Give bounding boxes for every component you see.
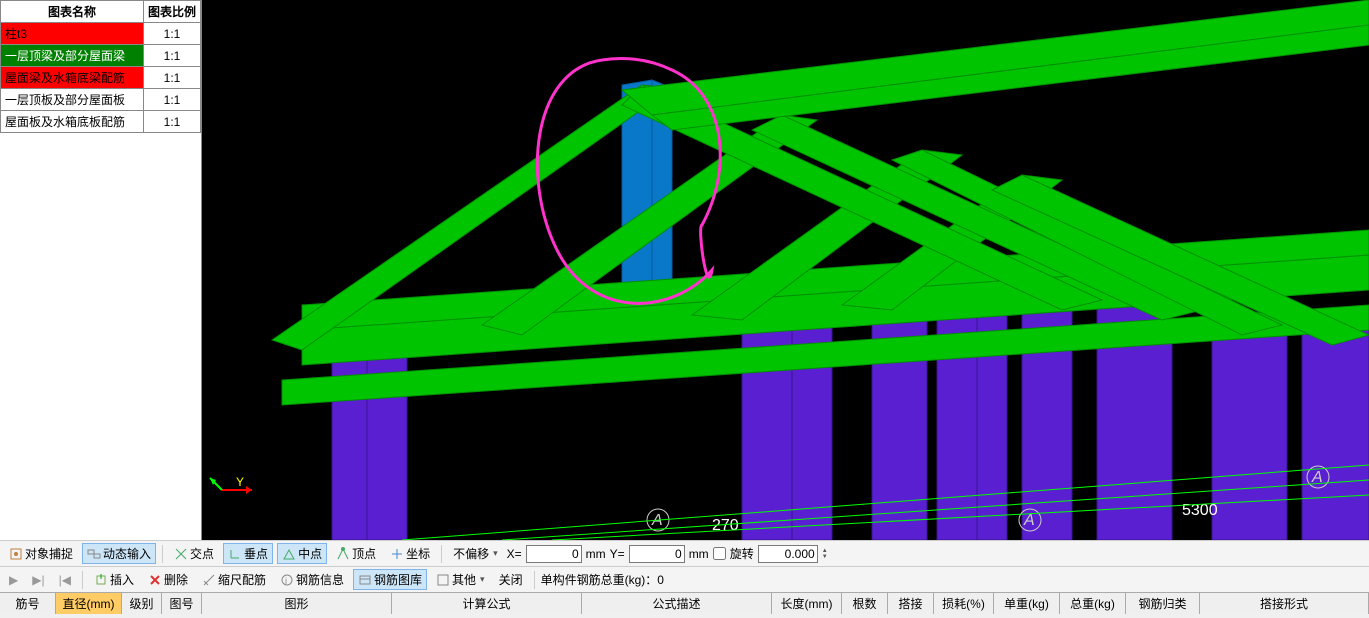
scale-rebar-button[interactable]: 缩尺配筋: [197, 569, 271, 590]
3d-viewport[interactable]: Y A A A 270 5300: [202, 0, 1369, 540]
ucs-icon: Y: [210, 475, 252, 494]
col-lap-form[interactable]: 搭接形式: [1200, 593, 1369, 614]
other-dropdown[interactable]: 其他: [431, 569, 490, 590]
col-class[interactable]: 钢筋归类: [1126, 593, 1200, 614]
other-icon: [436, 573, 450, 587]
rotate-stepper[interactable]: ▲▼: [822, 548, 828, 560]
rotate-input[interactable]: [758, 545, 818, 563]
table-row[interactable]: 柱t31:1: [1, 23, 201, 45]
table-row[interactable]: 屋面梁及水箱底梁配筋1:1: [1, 67, 201, 89]
mm-label-1: mm: [586, 547, 606, 561]
svg-text:i: i: [285, 576, 287, 586]
col-length[interactable]: 长度(mm): [772, 593, 842, 614]
col-grade[interactable]: 级别: [122, 593, 162, 614]
col-rebar-no[interactable]: 筋号: [0, 593, 56, 614]
y-label: Y=: [610, 547, 625, 561]
row-ratio: 1:1: [143, 111, 200, 133]
cross-icon: [174, 547, 188, 561]
row-name: 屋面梁及水箱底梁配筋: [1, 67, 144, 89]
table-row[interactable]: 一层顶梁及部分屋面梁1:1: [1, 45, 201, 67]
table-row[interactable]: 屋面板及水箱底板配筋1:1: [1, 111, 201, 133]
mid-icon: [282, 547, 296, 561]
total-weight-label: 单构件钢筋总重(kg)：0: [541, 571, 664, 588]
rotate-checkbox[interactable]: [713, 547, 726, 560]
nav-last-button[interactable]: |◀: [54, 571, 76, 589]
object-snap-button[interactable]: 对象捕捉: [4, 543, 78, 564]
row-ratio: 1:1: [143, 89, 200, 111]
intersection-snap-button[interactable]: 交点: [169, 543, 219, 564]
col-diameter[interactable]: 直径(mm): [56, 593, 122, 614]
col-loss[interactable]: 损耗(%): [934, 593, 994, 614]
snap-icon: [9, 547, 23, 561]
row-name: 柱t3: [1, 23, 144, 45]
svg-text:A: A: [1023, 512, 1035, 529]
delete-button[interactable]: 删除: [143, 569, 193, 590]
apex-icon: [336, 547, 350, 561]
rebar-columns: 筋号 直径(mm) 级别 图号 图形 计算公式 公式描述 长度(mm) 根数 搭…: [0, 592, 1369, 614]
delete-icon: [148, 573, 162, 587]
side-panel: 图表名称 图表比例 柱t31:1一层顶梁及部分屋面梁1:1屋面梁及水箱底梁配筋1…: [0, 0, 202, 540]
dyn-input-icon: [87, 547, 101, 561]
snap-toolbar: 对象捕捉 动态输入 交点 垂点 中点 顶点 坐标 不偏移 X= mm Y= mm…: [0, 540, 1369, 566]
col-count[interactable]: 根数: [842, 593, 888, 614]
rebar-info-button[interactable]: i 钢筋信息: [275, 569, 349, 590]
scale-icon: [202, 573, 216, 587]
row-ratio: 1:1: [143, 45, 200, 67]
col-lap[interactable]: 搭接: [888, 593, 934, 614]
svg-text:Y: Y: [236, 475, 244, 489]
col-formula[interactable]: 计算公式: [392, 593, 582, 614]
x-label: X=: [507, 547, 522, 561]
row-name: 一层顶板及部分屋面板: [1, 89, 144, 111]
close-button[interactable]: 关闭: [494, 569, 528, 590]
perpendicular-snap-button[interactable]: 垂点: [223, 543, 273, 564]
apex-snap-button[interactable]: 顶点: [331, 543, 381, 564]
table-row[interactable]: 一层顶板及部分屋面板1:1: [1, 89, 201, 111]
midpoint-snap-button[interactable]: 中点: [277, 543, 327, 564]
side-header-name: 图表名称: [1, 1, 144, 23]
info-icon: i: [280, 573, 294, 587]
row-ratio: 1:1: [143, 23, 200, 45]
mm-label-2: mm: [689, 547, 709, 561]
coordinate-snap-button[interactable]: 坐标: [385, 543, 435, 564]
layer-table[interactable]: 图表名称 图表比例 柱t31:1一层顶梁及部分屋面梁1:1屋面梁及水箱底梁配筋1…: [0, 0, 201, 133]
rebar-library-button[interactable]: 钢筋图库: [353, 569, 427, 590]
col-unit-weight[interactable]: 单重(kg): [994, 593, 1060, 614]
edit-toolbar: ▶ ▶| |◀ 插入 删除 缩尺配筋 i 钢筋信息 钢筋图库 其他 关闭 单构件…: [0, 566, 1369, 592]
bottom-area: 对象捕捉 动态输入 交点 垂点 中点 顶点 坐标 不偏移 X= mm Y= mm…: [0, 540, 1369, 614]
insert-icon: [94, 573, 108, 587]
perp-icon: [228, 547, 242, 561]
side-header-ratio: 图表比例: [143, 1, 200, 23]
row-ratio: 1:1: [143, 67, 200, 89]
col-desc[interactable]: 公式描述: [582, 593, 772, 614]
col-total-weight[interactable]: 总重(kg): [1060, 593, 1126, 614]
col-shape[interactable]: 图形: [202, 593, 392, 614]
coord-icon: [390, 547, 404, 561]
nav-step-button[interactable]: ▶|: [27, 571, 49, 589]
insert-button[interactable]: 插入: [89, 569, 139, 590]
y-input[interactable]: [629, 545, 685, 563]
nav-first-button[interactable]: ▶: [4, 571, 23, 589]
library-icon: [358, 573, 372, 587]
rotate-label: 旋转: [730, 545, 754, 562]
dynamic-input-button[interactable]: 动态输入: [82, 543, 156, 564]
row-name: 屋面板及水箱底板配筋: [1, 111, 144, 133]
x-input[interactable]: [526, 545, 582, 563]
row-name: 一层顶梁及部分屋面梁: [1, 45, 144, 67]
col-shape-no[interactable]: 图号: [162, 593, 202, 614]
offset-select[interactable]: 不偏移: [448, 543, 503, 564]
